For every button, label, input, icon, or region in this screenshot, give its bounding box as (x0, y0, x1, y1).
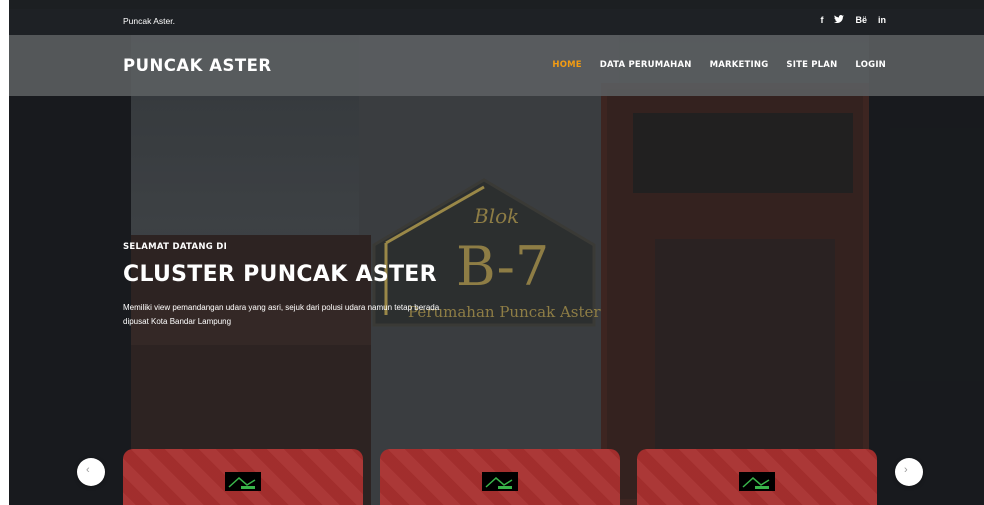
nav-marketing[interactable]: MARKETING (710, 60, 769, 70)
twitter-icon[interactable] (834, 15, 845, 26)
behance-icon[interactable]: Bë (855, 15, 867, 26)
hero-kicker: SELAMAT DATANG DI (123, 242, 228, 252)
nav-home[interactable]: HOME (552, 60, 581, 70)
plaque-blok-text: Blok (473, 204, 519, 228)
main-navbar: PUNCAK ASTER HOME DATA PERUMAHAN MARKETI… (9, 35, 984, 96)
hero-description: Memiliki view pemandangan udara yang asr… (123, 303, 440, 326)
slider-next-button[interactable]: › (895, 458, 923, 486)
linkedin-icon[interactable]: in (878, 15, 886, 26)
hero-text-block: SELAMAT DATANG DI CLUSTER PUNCAK ASTER M… (123, 242, 463, 329)
house-logo-icon (482, 472, 518, 491)
page: Puncak Aster. f Bë in Blok B-7 Perumahan… (9, 0, 984, 505)
top-bar: Puncak Aster. f Bë in (9, 9, 984, 35)
nav-site-plan[interactable]: SITE PLAN (786, 60, 837, 70)
chevron-left-icon: ‹ (86, 464, 90, 476)
site-logo[interactable]: PUNCAK ASTER (123, 56, 272, 75)
hero-section: Blok B-7 Perumahan Puncak Aster SELAMAT … (9, 35, 984, 505)
feature-card[interactable] (123, 449, 363, 505)
chevron-right-icon: › (904, 464, 908, 476)
nav-login[interactable]: LOGIN (855, 60, 886, 70)
main-menu: HOME DATA PERUMAHAN MARKETING SITE PLAN … (552, 60, 886, 70)
plaque-number-text: B-7 (456, 235, 549, 298)
social-links: f Bë in (820, 15, 886, 26)
feature-card[interactable] (637, 449, 877, 505)
feature-card[interactable] (380, 449, 620, 505)
facebook-icon[interactable]: f (820, 15, 823, 26)
hero-title: CLUSTER PUNCAK ASTER (123, 262, 437, 287)
topbar-brand: Puncak Aster. (123, 16, 175, 26)
nav-data-perumahan[interactable]: DATA PERUMAHAN (600, 60, 692, 70)
house-logo-icon (739, 472, 775, 491)
house-logo-icon (225, 472, 261, 491)
slider-prev-button[interactable]: ‹ (77, 458, 105, 486)
